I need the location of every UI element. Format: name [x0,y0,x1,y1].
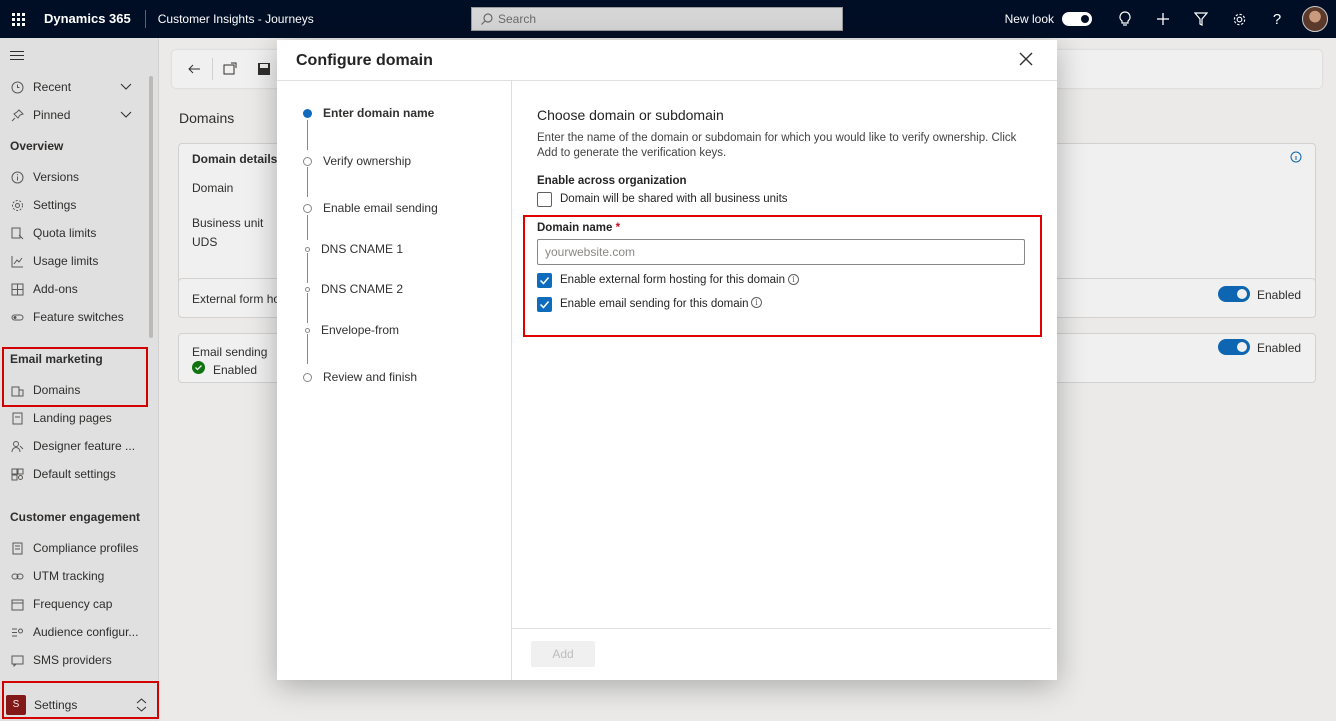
step-verify-ownership[interactable]: Verify ownership [303,154,411,168]
step-indicator [303,108,312,118]
lightbulb-icon[interactable] [1106,0,1144,38]
step-connector [307,167,308,197]
step-review-and-finish[interactable]: Review and finish [303,370,417,384]
step-connector [307,120,308,150]
step-enter-domain-name[interactable]: Enter domain name [303,106,434,120]
top-bar: Dynamics 365 Customer Insights - Journey… [0,0,1336,38]
step-envelope-from[interactable]: Envelope-from [303,323,399,337]
step-label: Envelope-from [321,323,400,337]
highlight-domain-name-section [523,215,1042,337]
step-dns-cname-1[interactable]: DNS CNAME 1 [303,242,403,256]
step-label: Enter domain name [323,106,435,120]
step-indicator [305,286,310,292]
shared-checkbox[interactable] [537,192,552,207]
step-indicator [305,327,310,333]
app-name[interactable]: Customer Insights - Journeys [146,12,314,26]
dialog-header-divider [277,80,1057,81]
step-label: DNS CNAME 1 [321,242,404,256]
step-connector [307,253,308,283]
footer-divider [512,628,1051,629]
new-look-label: New look [1004,12,1054,26]
step-connector [307,215,308,240]
step-dns-cname-2[interactable]: DNS CNAME 2 [303,282,403,296]
search-input[interactable]: Search [471,7,843,31]
configure-domain-dialog: Configure domain Enter domain name Verif… [277,40,1057,680]
step-indicator [303,372,312,382]
enable-org-label: Enable across organization [537,175,687,187]
gear-icon[interactable] [1220,0,1258,38]
shared-checkbox-label: Domain will be shared with all business … [560,193,788,205]
section-title: Choose domain or subdomain [537,107,724,123]
step-indicator [303,203,312,213]
step-connector [307,334,308,364]
steps-divider [511,81,512,680]
step-label: Review and finish [323,370,418,384]
step-connector [307,293,308,323]
step-indicator [303,156,312,166]
step-label: DNS CNAME 2 [321,282,404,296]
dialog-title: Configure domain [296,52,433,69]
new-look-toggle[interactable] [1062,12,1092,26]
step-indicator [305,246,310,252]
plus-icon[interactable] [1144,0,1182,38]
help-icon[interactable]: ? [1258,0,1296,38]
search-icon [481,13,493,25]
close-icon[interactable] [1017,50,1035,68]
step-label: Verify ownership [323,154,412,168]
step-enable-email-sending[interactable]: Enable email sending [303,201,438,215]
step-label: Enable email sending [323,201,438,215]
brand-name[interactable]: Dynamics 365 [36,10,146,28]
add-button[interactable]: Add [531,641,595,667]
filter-icon[interactable] [1182,0,1220,38]
avatar[interactable] [1302,6,1328,32]
waffle-icon[interactable] [0,0,36,38]
search-placeholder: Search [498,12,537,26]
section-description: Enter the name of the domain or subdomai… [537,132,1017,159]
